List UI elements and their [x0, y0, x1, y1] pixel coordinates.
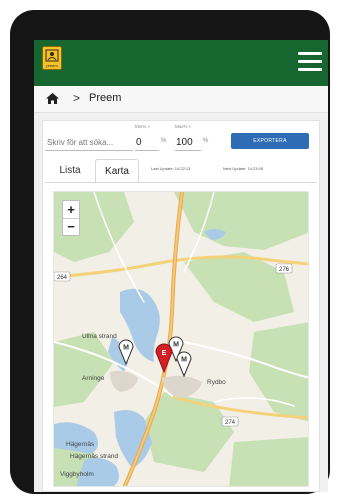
breadcrumb-separator: > [73, 91, 81, 105]
tab-karta[interactable]: Karta [95, 159, 139, 183]
max-percent-label: Max% < [175, 124, 192, 129]
logo-mark-icon [45, 49, 59, 62]
min-percent-label: Min% > [135, 124, 151, 129]
last-update-text: Last Update: 14:22:13 [151, 166, 191, 171]
place-hagernas: Hägernäs [66, 441, 95, 448]
road-shield-264: 264 [54, 271, 71, 282]
place-arninge: Arninge [82, 375, 105, 382]
place-ullna: Ullna strand [82, 333, 117, 340]
min-percent-input[interactable] [135, 135, 159, 151]
hamburger-icon[interactable] [298, 52, 322, 72]
tab-lista[interactable]: Lista [45, 159, 95, 183]
tab-divider [45, 182, 317, 183]
zoom-control: + − [62, 200, 80, 236]
road-shield-276: 276 [275, 263, 293, 274]
breadcrumb: > Preem [34, 86, 328, 113]
search-input[interactable] [45, 135, 133, 151]
zoom-in-button[interactable]: + [63, 201, 79, 219]
content-card: Min% > % Max% < % EXPORTERA Lista Karta … [42, 120, 320, 492]
svg-text:264: 264 [57, 275, 68, 281]
svg-text:M: M [181, 357, 187, 364]
map-view[interactable]: 264 276 274 Ullna strand Arninge Rydbo H… [53, 191, 309, 487]
svg-text:M: M [173, 342, 179, 349]
breadcrumb-current: Preem [89, 92, 122, 104]
export-button[interactable]: EXPORTERA [231, 133, 309, 149]
logo-text: preem [46, 63, 58, 68]
svg-text:274: 274 [225, 420, 236, 426]
road-shield-274: 274 [221, 416, 239, 427]
svg-text:E: E [162, 350, 167, 357]
zoom-out-button[interactable]: − [63, 218, 79, 235]
preem-logo[interactable]: preem [42, 46, 62, 70]
app-header: preem [34, 40, 328, 86]
svg-text:276: 276 [279, 267, 290, 273]
svg-text:M: M [123, 345, 129, 352]
max-percent-input[interactable] [175, 135, 201, 151]
place-rydbo: Rydbo [207, 379, 226, 386]
map-canvas[interactable]: 264 276 274 Ullna strand Arninge Rydbo H… [54, 192, 309, 487]
place-hagernas-strand: Hägernäs strand [70, 453, 118, 460]
max-percent-sign: % [203, 138, 209, 144]
app-screen: preem > Preem Min% > % Max% < % EXPORTER… [34, 40, 328, 492]
place-viggbyholm: Viggbyholm [60, 471, 94, 478]
next-update-text: Next Update: 14:23:05 [223, 166, 264, 171]
phone-frame: preem > Preem Min% > % Max% < % EXPORTER… [10, 10, 330, 494]
min-percent-sign: % [161, 138, 167, 144]
home-icon[interactable] [46, 93, 59, 104]
